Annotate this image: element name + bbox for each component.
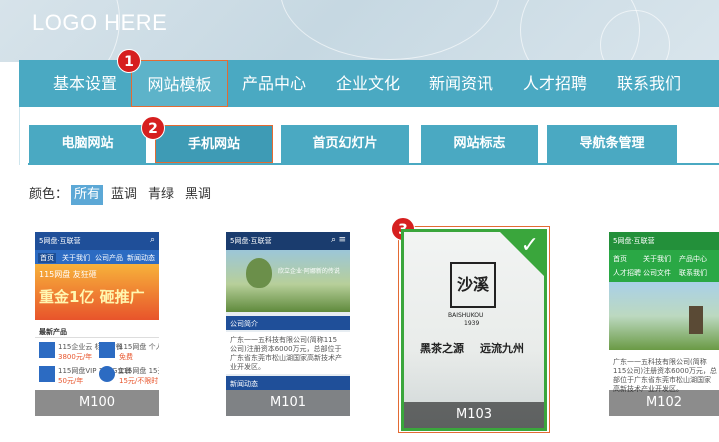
- template-name: M101: [226, 390, 350, 416]
- m102-nav-item: 人才招聘: [613, 269, 641, 277]
- filter-option-blue[interactable]: 蓝调: [111, 185, 137, 205]
- m100-price: 免费: [119, 353, 133, 361]
- nav-item-basic-settings[interactable]: 基本设置: [53, 60, 117, 107]
- sub-tab-underline: [28, 163, 719, 165]
- tab-site-logo[interactable]: 网站标志: [421, 125, 538, 163]
- m101-news-head: 新闻动态: [226, 376, 350, 390]
- filter-option-dark[interactable]: 黑调: [185, 185, 211, 205]
- template-name: M102: [609, 390, 719, 416]
- m101-news-title: 新闻动态: [230, 380, 258, 388]
- nav-item-culture[interactable]: 企业文化: [336, 60, 400, 107]
- tab-pc-site[interactable]: 电脑网站: [29, 125, 146, 163]
- template-name: M100: [35, 390, 159, 416]
- step-badge-2: 2: [141, 116, 165, 140]
- m101-site-name: 5网盘·互联营: [230, 237, 272, 245]
- template-card-m100[interactable]: 5网盘·互联营 ⌕ 首页 关于我们 公司产品 新闻动态 115网盘 友狂砸 重金…: [35, 232, 159, 416]
- nav-item-contact[interactable]: 联系我们: [617, 60, 681, 107]
- m101-banner-text: 欣立企业·阿娜新的传说: [278, 268, 340, 275]
- m100-product: 115网盘 个人用户版: [119, 343, 159, 351]
- m101-banner: 欣立企业·阿娜新的传说: [226, 250, 350, 312]
- tab-navbar-manage[interactable]: 导航条管理: [547, 125, 677, 163]
- m102-intro: 广东一一五科技有限公司(简称115公司)注册资本6000万元，总部位于广东省东莞…: [613, 358, 717, 393]
- m102-nav-item: 首页: [613, 255, 627, 263]
- product-icon: [99, 366, 115, 382]
- m100-site-name: 5网盘·互联营: [39, 237, 81, 245]
- template-card-m101[interactable]: 5网盘·互联营 ⌕ ≡ 欣立企业·阿娜新的传说 公司简介 广东一一五科技有限公司…: [226, 232, 350, 416]
- check-icon: ✓: [520, 233, 539, 258]
- m100-product: 115网盘 15元套餐: [119, 367, 159, 375]
- m102-nav: 首页 关于我们 产品中心 人才招聘 公司文件 联系我们: [609, 250, 719, 282]
- template-card-m102[interactable]: 5网盘·互联营 首页 关于我们 产品中心 人才招聘 公司文件 联系我们 广东一一…: [609, 232, 719, 416]
- nav-item-news[interactable]: 新闻资讯: [429, 60, 493, 107]
- m101-intro-box: 广东一一五科技有限公司(简称115公司)注册资本6000万元，总部位于广东省东莞…: [226, 332, 350, 374]
- menu-icon: ≡: [338, 235, 346, 245]
- m100-banner: 115网盘 友狂砸 重金1亿 砸推广: [35, 264, 159, 320]
- m101-intro: 广东一一五科技有限公司(简称115公司)注册资本6000万元，总部位于广东省东莞…: [230, 336, 342, 371]
- m102-banner: [609, 282, 719, 350]
- tab-slideshow[interactable]: 首页幻灯片: [281, 125, 409, 163]
- m103-slogan-left: 黑茶之源: [420, 342, 464, 355]
- m102-nav-item: 关于我们: [643, 255, 671, 263]
- m101-section-head: 公司简介: [226, 316, 350, 330]
- m100-products: 115企业云 标准套餐 3800元/年 115网盘 个人用户版 免费 115网盘…: [35, 340, 159, 390]
- m100-banner-line2: 重金1亿 砸推广: [39, 288, 145, 306]
- m100-price: 15元/不限时: [119, 377, 159, 385]
- m103-brand-logo: 沙溪: [450, 262, 496, 308]
- m101-section-title: 公司简介: [230, 320, 258, 328]
- m100-nav-item: 关于我们: [62, 254, 90, 262]
- m102-nav-item: 公司文件: [643, 269, 671, 277]
- m102-topbar: 5网盘·互联营: [609, 232, 719, 250]
- product-icon: [39, 366, 55, 382]
- template-name: M103: [404, 402, 544, 428]
- balloon-image: [246, 258, 272, 288]
- m100-topbar: 5网盘·互联营 ⌕: [35, 232, 159, 250]
- m100-price: 50元/年: [58, 377, 84, 385]
- search-icon: ⌕: [330, 235, 336, 245]
- m102-intro-box: 广东一一五科技有限公司(简称115公司)注册资本6000万元，总部位于广东省东莞…: [609, 354, 719, 394]
- m103-year: 1939: [464, 320, 480, 327]
- product-icon: [39, 342, 55, 358]
- filter-option-teal[interactable]: 青绿: [148, 185, 174, 205]
- windmill-image: [689, 306, 703, 334]
- site-logo: LOGO HERE: [32, 10, 168, 35]
- template-card-m103[interactable]: 沙溪 BAISHUKOU 1939 黑茶之源 远流九州 ✓ M103: [401, 229, 547, 431]
- m102-site-name: 5网盘·互联营: [613, 237, 655, 245]
- product-icon: [99, 342, 115, 358]
- tab-mobile-site[interactable]: 手机网站: [155, 125, 273, 163]
- nav-item-site-templates[interactable]: 网站模板: [131, 60, 228, 107]
- m100-price: 3800元/年: [58, 353, 93, 361]
- step-badge-1: 1: [117, 49, 141, 73]
- m100-nav-item: 首页: [38, 253, 56, 263]
- m100-nav: 首页 关于我们 公司产品 新闻动态: [35, 250, 159, 264]
- m100-section-title: 最新产品: [39, 328, 67, 336]
- m100-banner-line1: 115网盘 友狂砸: [39, 270, 97, 279]
- nav-item-recruit[interactable]: 人才招聘: [523, 60, 587, 107]
- site-header: LOGO HERE: [0, 0, 719, 62]
- m100-section-head: 最新产品: [35, 324, 159, 338]
- m100-nav-item: 公司产品: [95, 254, 123, 262]
- m100-nav-item: 新闻动态: [127, 254, 155, 262]
- search-icon: ⌕: [149, 235, 155, 245]
- nav-item-products[interactable]: 产品中心: [242, 60, 306, 107]
- m102-nav-item: 产品中心: [679, 255, 707, 263]
- m102-nav-item: 联系我们: [679, 269, 707, 277]
- m101-topbar: 5网盘·互联营 ⌕ ≡: [226, 232, 350, 250]
- m103-slogan-right: 远流九州: [480, 342, 524, 355]
- m103-brand-en: BAISHUKOU: [448, 312, 484, 319]
- filter-label: 颜色：: [29, 187, 69, 202]
- filter-option-all[interactable]: 所有: [71, 185, 104, 205]
